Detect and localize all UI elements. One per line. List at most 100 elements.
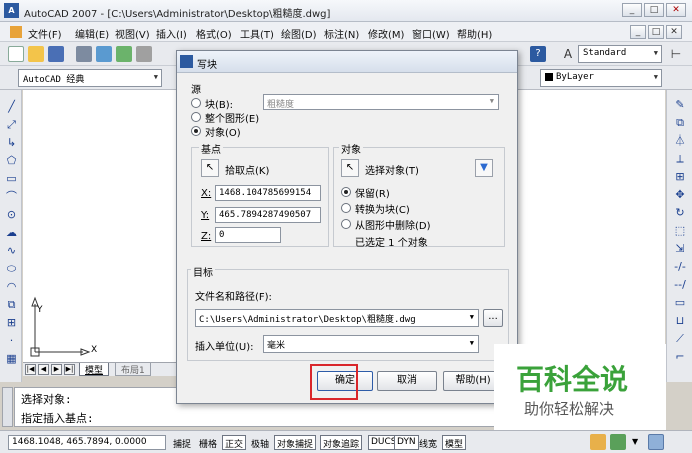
spline-icon[interactable]: ∿ [5,244,18,257]
menu-insert[interactable]: 插入(I) [156,26,187,41]
revision-cloud-icon[interactable]: ☁ [5,226,18,239]
prev-tab-icon[interactable]: ◀ [38,364,49,375]
whole-drawing-radio[interactable] [191,112,201,122]
command-window-grip[interactable] [2,387,13,427]
array-icon[interactable]: ⊞ [673,170,687,184]
browse-button[interactable]: ... [483,309,503,327]
text-style-select[interactable]: Standard ▼ [578,45,662,63]
menu-format[interactable]: 格式(O) [196,26,232,41]
doc-minimize-button[interactable]: _ [630,25,646,39]
menu-file[interactable]: 文件(F) [28,26,62,41]
pick-point-icon[interactable]: ↖ [201,159,219,177]
pick-point-label[interactable]: 拾取点(K) [225,162,269,177]
mirror-icon[interactable]: ⏃ [673,134,687,148]
break-icon[interactable]: ▭ [673,296,687,310]
first-tab-icon[interactable]: |◀ [25,364,36,375]
menu-draw[interactable]: 绘图(D) [281,26,317,41]
rotate-icon[interactable]: ↻ [673,206,687,220]
polygon-icon[interactable]: ⬠ [5,154,18,167]
x-label: X: [201,188,212,199]
fillet-icon[interactable]: ⌐ [673,350,687,364]
otrack-toggle[interactable]: 对象追踪 [320,435,363,450]
watermark: 百科全说 助你轻松解决 [494,344,666,430]
tab-layout1[interactable]: 布局1 [115,363,151,376]
make-block-icon[interactable]: ⊞ [5,316,18,329]
quick-select-icon[interactable]: ▼ [475,159,493,177]
ellipse-arc-icon[interactable]: ◠ [5,280,18,293]
grid-toggle[interactable]: 栅格 [196,435,220,450]
chamfer-icon[interactable]: ⟋ [673,332,687,346]
circle-icon[interactable]: ⊙ [5,208,18,221]
construction-line-icon[interactable]: ⤢ [5,118,18,131]
block-name-select[interactable]: 粗糙度 ▼ [263,94,499,110]
stretch-icon[interactable]: ⇲ [673,242,687,256]
hatch-icon[interactable]: ▦ [5,352,18,365]
next-tab-icon[interactable]: ▶ [51,364,62,375]
polyline-icon[interactable]: ↳ [5,136,18,149]
delete-radio[interactable] [341,219,351,229]
point-icon[interactable]: · [5,334,18,347]
ortho-toggle[interactable]: 正交 [222,435,247,450]
filename-field[interactable]: C:\Users\Administrator\Desktop\粗糙度.dwg ▼ [195,309,479,327]
menu-help[interactable]: 帮助(H) [457,26,492,41]
units-select[interactable]: 毫米 ▼ [263,335,479,353]
menu-window[interactable]: 窗口(W) [412,26,450,41]
retain-radio[interactable] [341,187,351,197]
line-icon[interactable]: ╱ [5,100,18,113]
preview-icon[interactable] [96,46,112,62]
osnap-toggle[interactable]: 对象捕捉 [274,435,317,450]
menu-view[interactable]: 视图(V) [115,26,150,41]
open-icon[interactable] [28,46,44,62]
y-field[interactable]: 465.7894287490507 [215,207,321,223]
menu-tools[interactable]: 工具(T) [240,26,274,41]
menu-modify[interactable]: 修改(M) [368,26,404,41]
last-tab-icon[interactable]: ▶| [64,364,75,375]
doc-restore-button[interactable]: □ [648,25,664,39]
model-toggle[interactable]: 模型 [442,435,467,450]
lock-icon[interactable] [590,434,606,450]
save-icon[interactable] [48,46,64,62]
select-objects-icon[interactable]: ↖ [341,159,359,177]
new-icon[interactable] [8,46,24,62]
etransmit-icon[interactable] [136,46,152,62]
erase-icon[interactable]: ✎ [673,98,687,112]
snap-toggle[interactable]: 捕捉 [170,435,194,450]
convert-radio[interactable] [341,203,351,213]
insert-block-icon[interactable]: ⧉ [5,298,18,311]
close-button[interactable]: ✕ [666,3,686,17]
join-icon[interactable]: ⊔ [673,314,687,328]
extend-icon[interactable]: --/ [673,278,687,292]
cancel-button[interactable]: 取消 [377,371,437,391]
polar-toggle[interactable]: 极轴 [248,435,272,450]
tab-model[interactable]: 模型 [79,363,110,376]
help-icon[interactable]: ? [530,46,546,62]
clean-screen-icon[interactable] [648,434,664,450]
ellipse-icon[interactable]: ⬭ [5,262,18,275]
trim-icon[interactable]: -/- [673,260,687,274]
move-icon[interactable]: ✥ [673,188,687,202]
menu-dimension[interactable]: 标注(N) [324,26,359,41]
copy-icon[interactable]: ⧉ [673,116,687,130]
select-objects-label[interactable]: 选择对象(T) [365,162,419,177]
workspace-select[interactable]: AutoCAD 经典 ▼ [18,69,162,87]
block-radio[interactable] [191,98,201,108]
x-field[interactable]: 1468.104785699154 [215,185,321,201]
objects-radio[interactable] [191,126,201,136]
statusbar-menu-chevron-icon[interactable]: ▼ [632,437,638,446]
arc-icon[interactable]: ⌒ [5,190,18,203]
offset-icon[interactable]: ⟂ [673,152,687,166]
basepoint-label: 基点 [199,141,223,156]
maximize-button[interactable]: □ [644,3,664,17]
print-icon[interactable] [76,46,92,62]
layer-color-select[interactable]: ByLayer ▼ [540,69,662,87]
z-field[interactable]: 0 [215,227,281,243]
communication-center-icon[interactable] [610,434,626,450]
publish-icon[interactable] [116,46,132,62]
rectangle-icon[interactable]: ▭ [5,172,18,185]
dyn-toggle[interactable]: DYN [394,435,419,450]
doc-close-button[interactable]: ✕ [666,25,682,39]
lineweight-toggle[interactable]: 线宽 [416,435,440,450]
minimize-button[interactable]: _ [622,3,642,17]
scale-icon[interactable]: ⬚ [673,224,687,238]
menu-edit[interactable]: 编辑(E) [75,26,109,41]
